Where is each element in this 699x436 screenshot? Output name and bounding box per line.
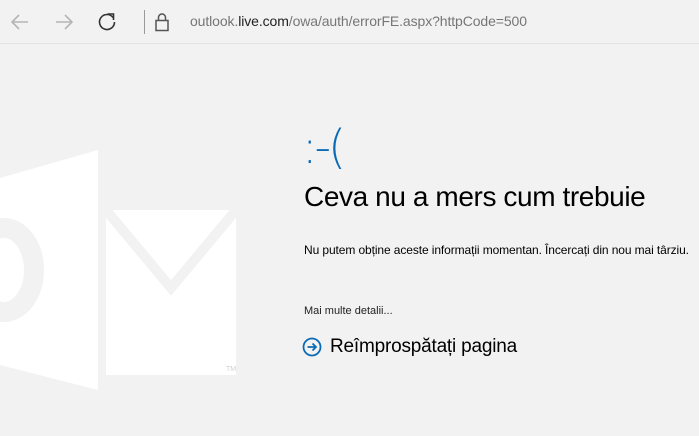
outlook-logo-icon: TM xyxy=(0,150,240,390)
back-arrow-icon xyxy=(10,14,28,30)
browser-toolbar: outlook.live.com/owa/auth/errorFE.aspx?h… xyxy=(0,0,699,44)
error-message: Nu putem obține aceste informații moment… xyxy=(304,243,689,257)
reload-button[interactable] xyxy=(91,6,123,38)
refresh-icon xyxy=(98,13,116,31)
refresh-page-link[interactable]: Reîmprospătați pagina xyxy=(302,336,517,358)
sad-face-emoticon: :-( xyxy=(302,120,346,174)
address-host: live.com xyxy=(238,13,289,29)
forward-arrow-icon xyxy=(56,14,74,30)
circle-arrow-icon xyxy=(302,337,322,357)
refresh-page-label: Reîmprospătați pagina xyxy=(330,336,517,357)
address-path: /owa/auth/errorFE.aspx?httpCode=500 xyxy=(288,13,527,29)
address-bar[interactable]: outlook.live.com/owa/auth/errorFE.aspx?h… xyxy=(190,13,527,29)
address-prefix: outlook. xyxy=(190,13,239,29)
svg-text:TM: TM xyxy=(226,366,236,373)
security-indicator[interactable] xyxy=(151,10,173,34)
forward-button[interactable] xyxy=(48,6,80,38)
toolbar-divider xyxy=(144,10,145,34)
back-button[interactable] xyxy=(4,6,36,38)
lock-icon xyxy=(155,13,169,32)
error-title: Ceva nu a mers cum trebuie xyxy=(304,181,646,212)
more-details-link[interactable]: Mai multe detalii... xyxy=(304,305,393,317)
